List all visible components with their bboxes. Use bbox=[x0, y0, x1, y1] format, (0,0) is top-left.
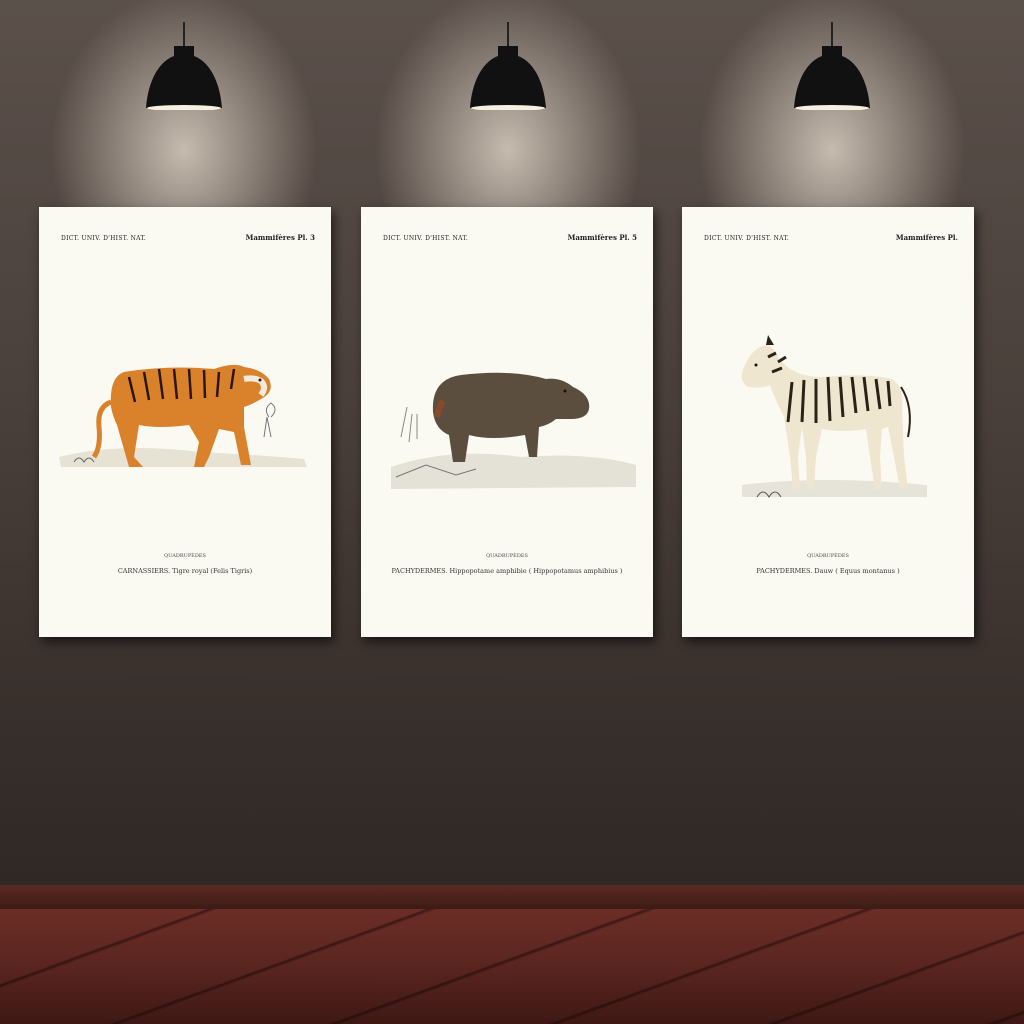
pendant-lamp-center-icon bbox=[468, 22, 548, 112]
poster-zebra: DICT. UNIV. D'HIST. NAT. Mammifères Pl. … bbox=[682, 207, 974, 637]
pendant-lamp-left-icon bbox=[144, 22, 224, 112]
poster-header-right: Mammifères Pl. bbox=[895, 233, 958, 242]
poster-hippopotamus: DICT. UNIV. D'HIST. NAT. Mammifères Pl. … bbox=[361, 207, 653, 637]
poster-caption-main: PACHYDERMES. Hippopotame amphibie ( Hipp… bbox=[391, 567, 623, 575]
poster-caption-main: PACHYDERMES. Dauw ( Equus montanus ) bbox=[756, 567, 900, 575]
pendant-lamp-right-icon bbox=[792, 22, 872, 112]
poster-header-left: DICT. UNIV. D'HIST. NAT. bbox=[383, 235, 469, 242]
hippopotamus-illustration bbox=[391, 372, 636, 489]
tiger-illustration bbox=[59, 364, 307, 467]
poster-caption-small: QUADRUPÈDES bbox=[486, 553, 528, 559]
poster-tiger: DICT. UNIV. D'HIST. NAT. Mammifères Pl. … bbox=[39, 207, 331, 637]
poster-caption-main: CARNASSIERS. Tigre royal (Felis Tigris) bbox=[117, 567, 253, 575]
baseboard bbox=[0, 885, 1024, 909]
poster-caption-small: QUADRUPÈDES bbox=[164, 553, 206, 559]
poster-header-left: DICT. UNIV. D'HIST. NAT. bbox=[61, 235, 147, 242]
poster-header-left: DICT. UNIV. D'HIST. NAT. bbox=[704, 235, 790, 242]
poster-header-right: Mammifères Pl. 3 bbox=[245, 233, 315, 242]
poster-header-right: Mammifères Pl. 5 bbox=[567, 233, 637, 242]
zebra-illustration bbox=[741, 335, 927, 498]
poster-caption-small: QUADRUPÈDES bbox=[807, 553, 849, 559]
wooden-floor bbox=[0, 909, 1024, 1024]
